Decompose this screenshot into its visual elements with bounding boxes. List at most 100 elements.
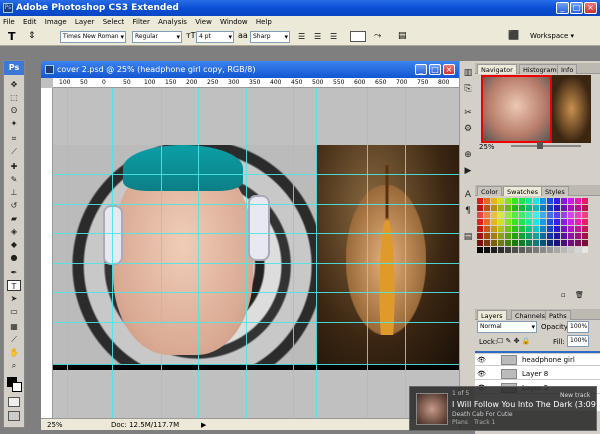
color-swatch[interactable]	[568, 205, 574, 211]
tab-color[interactable]: Color	[477, 186, 502, 196]
color-swatch[interactable]	[533, 212, 539, 218]
dodge-tool-icon[interactable]: ●	[7, 252, 21, 263]
color-swatch[interactable]	[512, 198, 518, 204]
move-tool-icon[interactable]: ✥	[7, 79, 21, 90]
color-swatch[interactable]	[519, 198, 525, 204]
paint-bucket-tool-icon[interactable]: ◈	[7, 226, 21, 237]
bridge-icon[interactable]: ⬛	[508, 31, 519, 41]
color-swatch[interactable]	[582, 219, 588, 225]
color-swatch[interactable]	[547, 226, 553, 232]
color-swatch[interactable]	[547, 198, 553, 204]
color-swatch[interactable]	[526, 233, 532, 239]
quick-mask-icon[interactable]	[8, 397, 20, 407]
tool-presets-panel-icon[interactable]: ⚙	[462, 123, 474, 135]
color-swatch[interactable]	[561, 233, 567, 239]
clone-source-panel-icon[interactable]: ⊕	[462, 149, 474, 161]
color-swatch[interactable]	[568, 240, 574, 246]
color-swatch[interactable]	[561, 219, 567, 225]
color-swatch[interactable]	[533, 205, 539, 211]
blur-tool-icon[interactable]: ◆	[7, 239, 21, 250]
document-title-bar[interactable]: cover 2.psd @ 25% (headphone girl copy, …	[41, 61, 459, 78]
color-swatch[interactable]	[512, 240, 518, 246]
color-swatch[interactable]	[568, 233, 574, 239]
color-swatch[interactable]	[540, 212, 546, 218]
layers-panel-icon[interactable]: ▥	[462, 67, 474, 79]
lock-options-icon[interactable]: ☐ ✎ ✥ 🔒	[497, 337, 530, 345]
navigator-zoom-slider[interactable]	[511, 145, 581, 147]
color-swatch[interactable]	[477, 226, 483, 232]
orientation-toggle-icon[interactable]: ⇕	[28, 31, 36, 41]
marquee-tool-icon[interactable]: ⬚	[7, 92, 21, 103]
color-swatch[interactable]	[491, 247, 497, 253]
color-swatch[interactable]	[477, 240, 483, 246]
workspace-button[interactable]: Workspace ▾	[530, 32, 574, 40]
color-swatch[interactable]	[512, 219, 518, 225]
guide-line[interactable]	[53, 233, 459, 234]
color-swatch[interactable]	[568, 247, 574, 253]
color-swatch[interactable]	[575, 212, 581, 218]
status-arrow-icon[interactable]: ▶	[201, 419, 206, 431]
color-swatch[interactable]	[526, 198, 532, 204]
zoom-tool-icon[interactable]: ⌕	[7, 360, 21, 371]
document-minimize-button[interactable]: _	[415, 64, 427, 75]
magic-wand-tool-icon[interactable]: ✦	[7, 118, 21, 129]
color-swatch[interactable]	[554, 247, 560, 253]
color-swatch[interactable]	[582, 212, 588, 218]
color-swatch[interactable]	[505, 205, 511, 211]
actions-panel-icon[interactable]: ▶	[462, 165, 474, 177]
color-swatch[interactable]	[568, 212, 574, 218]
tab-navigator[interactable]: Navigator	[477, 64, 517, 74]
color-swatch[interactable]	[477, 212, 483, 218]
color-swatch[interactable]	[547, 233, 553, 239]
close-button[interactable]: ×	[584, 2, 597, 14]
color-swatch[interactable]	[533, 226, 539, 232]
color-swatch[interactable]	[498, 219, 504, 225]
color-swatch[interactable]	[547, 247, 553, 253]
color-swatch[interactable]	[477, 205, 483, 211]
color-swatch[interactable]	[575, 226, 581, 232]
canvas[interactable]	[53, 88, 459, 418]
color-swatch[interactable]	[533, 198, 539, 204]
menu-window[interactable]: Window	[220, 18, 248, 26]
document-maximize-button[interactable]: □	[429, 64, 441, 75]
color-swatch[interactable]	[477, 233, 483, 239]
measurement-panel-icon[interactable]: ▤	[462, 231, 474, 243]
color-swatch[interactable]	[533, 233, 539, 239]
color-swatch[interactable]	[526, 219, 532, 225]
color-swatch[interactable]	[491, 226, 497, 232]
color-swatch[interactable]	[498, 240, 504, 246]
visibility-eye-icon[interactable]: 👁	[477, 368, 486, 380]
guide-line[interactable]	[293, 88, 294, 418]
color-swatch[interactable]	[477, 247, 483, 253]
color-swatch[interactable]	[561, 205, 567, 211]
history-panel-icon[interactable]: ⎘	[462, 83, 474, 95]
color-swatch[interactable]	[526, 240, 532, 246]
color-swatch[interactable]	[526, 212, 532, 218]
color-swatch[interactable]	[498, 233, 504, 239]
color-swatch[interactable]	[519, 240, 525, 246]
color-swatch[interactable]	[547, 240, 553, 246]
guide-line[interactable]	[53, 322, 459, 323]
guide-line[interactable]	[112, 88, 113, 418]
menu-edit[interactable]: Edit	[23, 18, 37, 26]
color-swatch[interactable]	[526, 226, 532, 232]
screen-mode-icon[interactable]	[8, 411, 20, 421]
guide-line[interactable]	[53, 263, 459, 264]
guide-line[interactable]	[53, 174, 459, 175]
align-left-icon[interactable]: ☰	[298, 32, 305, 41]
color-swatch[interactable]	[519, 219, 525, 225]
character-panel-icon[interactable]: ▤	[398, 31, 407, 41]
color-swatch[interactable]	[519, 226, 525, 232]
color-swatch[interactable]	[540, 226, 546, 232]
color-swatch[interactable]	[561, 198, 567, 204]
type-tool-button-icon[interactable]: T	[7, 280, 21, 291]
tab-histogram[interactable]: Histogram	[519, 64, 561, 74]
color-swatch[interactable]	[512, 226, 518, 232]
color-swatch[interactable]	[540, 219, 546, 225]
color-swatch[interactable]	[484, 212, 490, 218]
guide-line[interactable]	[367, 88, 368, 418]
color-swatch[interactable]	[533, 240, 539, 246]
swatch-grid[interactable]	[477, 198, 589, 258]
shape-tool-icon[interactable]: ▭	[7, 306, 21, 317]
color-swatch[interactable]	[512, 233, 518, 239]
